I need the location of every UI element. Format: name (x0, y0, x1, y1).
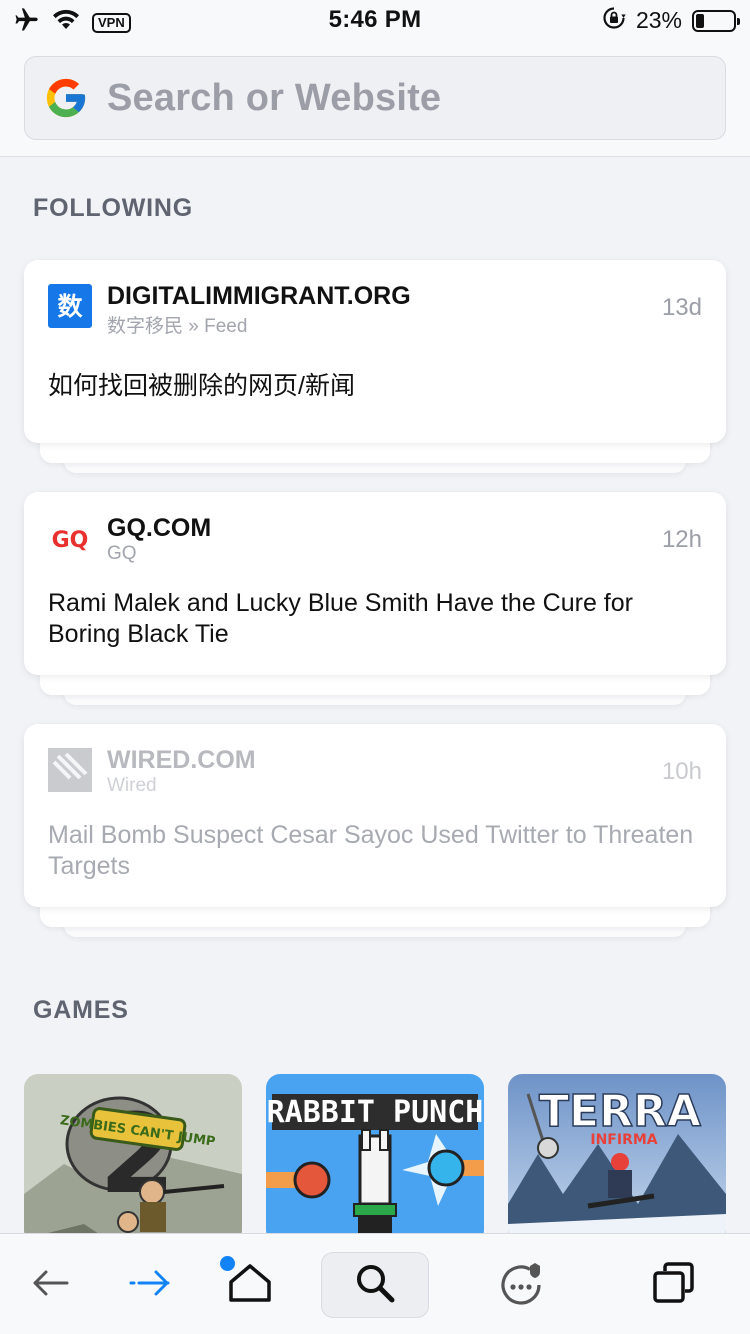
rabbit-punch-game-art: RABBIT PUNCH (266, 1074, 484, 1244)
bottom-toolbar (0, 1233, 750, 1334)
wired-logo-icon (48, 748, 92, 792)
forward-icon (129, 1268, 171, 1303)
home-icon (227, 1262, 273, 1309)
tabs-button[interactable] (625, 1252, 725, 1318)
feed-card-stack: WIRED.COM Wired 10h Mail Bomb Suspect Ce… (24, 724, 726, 937)
card-time: 13d (661, 294, 702, 321)
search-input[interactable]: Search or Website (24, 56, 726, 140)
card-time: 12h (661, 526, 702, 553)
zombies-game-art: 2 ZOMBIES CAN'T JUMP (24, 1074, 242, 1244)
following-heading: FOLLOWING (33, 194, 193, 222)
game-tile-zombies[interactable]: 2 ZOMBIES CAN'T JUMP (24, 1074, 242, 1244)
svg-text:TERRA: TERRA (539, 1086, 701, 1137)
status-bar: VPN 5:46 PM 23% (0, 0, 750, 40)
chat-button[interactable] (474, 1252, 574, 1318)
gq-logo-icon: GQ (48, 516, 92, 560)
game-tile-terra-infirma[interactable]: TERRA INFIRMA (508, 1074, 726, 1244)
back-icon (31, 1268, 69, 1303)
chat-icon (499, 1259, 549, 1312)
card-title: 如何找回被删除的网页/新闻 (48, 372, 355, 400)
search-button[interactable] (321, 1252, 429, 1318)
battery-level (696, 13, 704, 28)
card-source: GQ.COM (107, 514, 212, 542)
search-icon (354, 1262, 396, 1309)
card-source: WIRED.COM (107, 746, 256, 774)
back-button[interactable] (0, 1252, 100, 1318)
card-time: 10h (661, 758, 702, 785)
google-icon (43, 75, 89, 121)
search-placeholder: Search or Website (107, 76, 442, 119)
card-source: DIGITALIMMIGRANT.ORG (107, 282, 411, 310)
card-subtitle: Wired (107, 775, 157, 796)
svg-text:数: 数 (57, 292, 83, 321)
forward-button[interactable] (100, 1252, 200, 1318)
feed-card-stack: 数 DIGITALIMMIGRANT.ORG 数字移民 » Feed 13d 如… (24, 260, 726, 473)
feed-card[interactable]: GQ GQ.COM GQ 12h Rami Malek and Lucky Bl… (24, 492, 726, 675)
svg-text:RABBIT PUNCH: RABBIT PUNCH (267, 1095, 484, 1130)
svg-text:GQ: GQ (52, 528, 89, 553)
feed-card[interactable]: WIRED.COM Wired 10h Mail Bomb Suspect Ce… (24, 724, 726, 907)
svg-text:INFIRMA: INFIRMA (590, 1132, 657, 1148)
card-subtitle: 数字移民 » Feed (107, 316, 248, 337)
digitalimmigrant-logo-icon: 数 (48, 284, 92, 328)
feed-card-stack: GQ GQ.COM GQ 12h Rami Malek and Lucky Bl… (24, 492, 726, 705)
card-title: Mail Bomb Suspect Cesar Sayoc Used Twitt… (48, 821, 694, 880)
feed-card[interactable]: 数 DIGITALIMMIGRANT.ORG 数字移民 » Feed 13d 如… (24, 260, 726, 443)
games-heading: GAMES (33, 996, 129, 1024)
home-notification-dot (220, 1256, 235, 1271)
card-subtitle: GQ (107, 543, 137, 564)
home-button[interactable] (200, 1252, 300, 1318)
game-tile-rabbit-punch[interactable]: RABBIT PUNCH (266, 1074, 484, 1244)
battery-icon (692, 9, 740, 32)
terra-infirma-game-art: TERRA INFIRMA (508, 1074, 726, 1244)
rotation-lock-icon (602, 6, 626, 35)
search-header: Search or Website (0, 40, 750, 157)
tabs-icon (651, 1259, 699, 1312)
card-title: Rami Malek and Lucky Blue Smith Have the… (48, 589, 633, 648)
battery-percent: 23% (635, 7, 682, 33)
